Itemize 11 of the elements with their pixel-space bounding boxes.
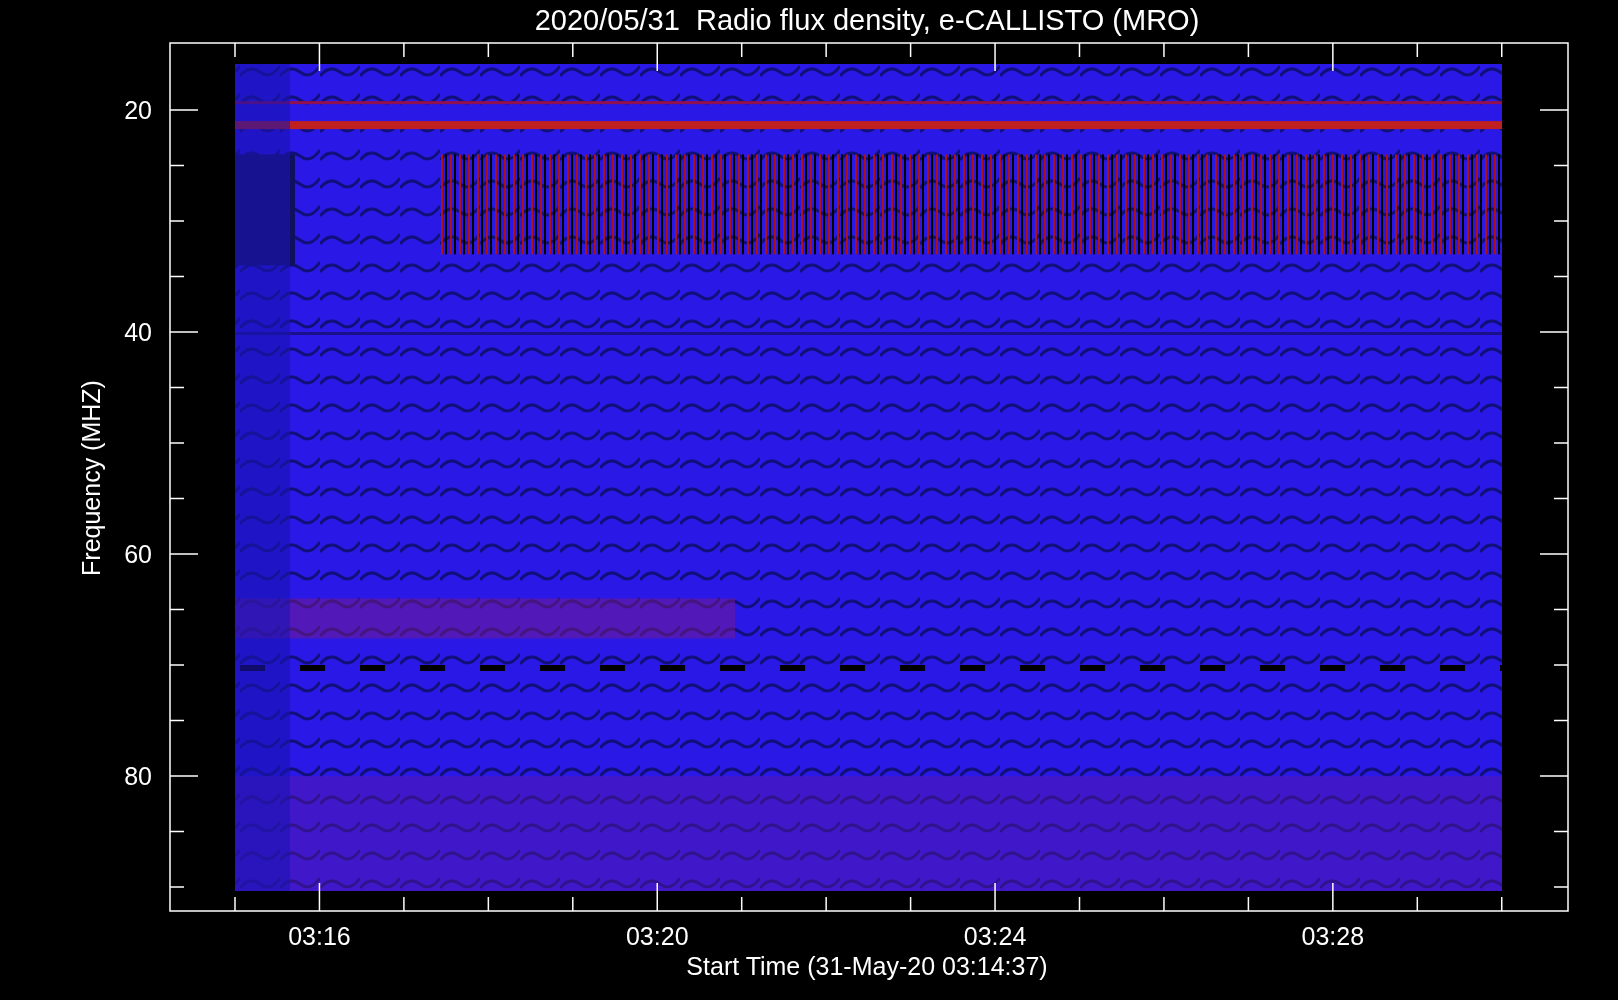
x-tick-label: 03:20 bbox=[625, 922, 689, 950]
x-tick-label: 03:28 bbox=[1301, 922, 1365, 950]
y-axis-label: Frequency (MHZ) bbox=[77, 380, 105, 576]
y-tick-label: 20 bbox=[124, 96, 152, 124]
x-axis-label: Start Time (31-May-20 03:14:37) bbox=[686, 952, 1048, 980]
plot-title: 2020/05/31 Radio flux density, e-CALLISTO (MRO) bbox=[534, 4, 1200, 36]
y-tick-label: 80 bbox=[124, 762, 152, 790]
y-tick-label: 60 bbox=[124, 540, 152, 568]
x-tick-label: 03:24 bbox=[963, 922, 1027, 950]
y-tick-label: 40 bbox=[124, 318, 152, 346]
x-tick-label: 03:16 bbox=[288, 922, 351, 950]
